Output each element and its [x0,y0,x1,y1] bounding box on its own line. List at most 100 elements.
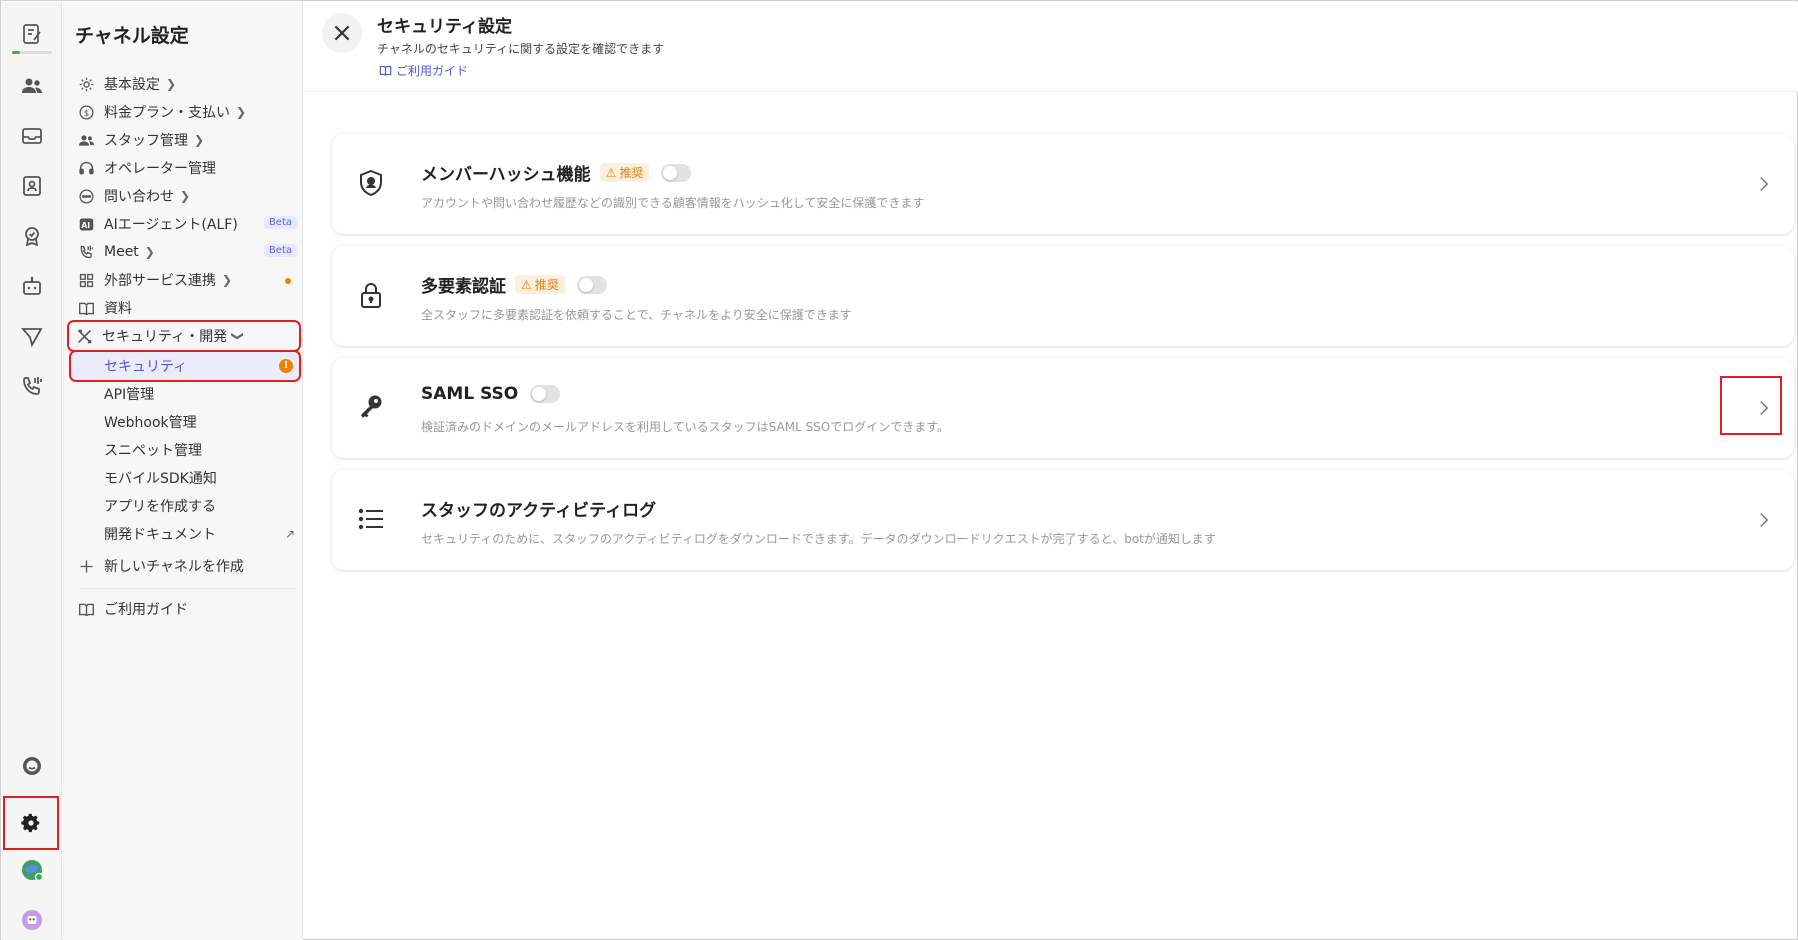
sidebar-item-label: 基本設定 [104,77,160,93]
sidebar-item-basic[interactable]: 基本設定 ❯ [71,70,299,98]
chat-icon [77,187,95,205]
chevron-right-icon: ❯ [166,77,177,91]
list-icon [354,502,388,536]
mfa-toggle[interactable] [576,275,607,294]
sidebar-subitem-dev-docs[interactable]: 開発ドキュメント ↗ [71,520,299,548]
chevron-right-icon[interactable] [1754,508,1774,532]
sidebar-item-label: スタッフ管理 [104,133,188,149]
sidebar-guide-link[interactable]: ご利用ガイド [71,595,299,623]
guide-label: ご利用ガイド [104,602,188,618]
recommended-badge: ⚠ 推奨 [599,163,650,182]
grid-icon [77,271,95,289]
sidebar-item-label: セキュリティ・開発 [102,329,228,345]
member-hash-toggle[interactable] [661,163,692,182]
card-title: SAML SSO [421,384,561,404]
chevron-right-icon: ❯ [180,189,191,203]
sidebar-subitem-security[interactable]: セキュリティ ! [69,350,301,382]
sidebar-item-ai-agent[interactable]: AI AIエージェント(ALF) Beta [71,210,299,238]
tools-icon [75,327,93,345]
sidebar-item-label: 問い合わせ [104,189,174,205]
shield-user-icon [354,166,388,200]
user-avatar[interactable] [12,900,52,940]
sidebar-subitem-label: 開発ドキュメント [104,527,216,543]
chevron-right-icon[interactable] [1754,172,1774,196]
sidebar-item-staff[interactable]: スタッフ管理 ❯ [71,126,299,154]
sidebar-subitem-label: Webhook管理 [104,415,197,431]
sidebar-item-label: オペレーター管理 [104,161,216,177]
sidebar-subitem-label: セキュリティ [104,359,188,375]
settings-gear-icon[interactable] [3,796,59,850]
chevron-right-icon: ❯ [222,273,233,287]
inbox-icon[interactable] [12,116,52,156]
tools-icon [322,13,362,53]
saml-sso-card[interactable]: SAML SSO 検証済みのドメインのメールアドレスを利用しているスタッフはSA… [332,358,1794,458]
send-icon[interactable] [12,316,52,356]
ai-icon: AI [77,215,95,233]
sidebar-subitem-api[interactable]: API管理 [71,380,299,408]
new-channel-button[interactable]: 新しいチャネルを作成 [71,552,299,580]
users-icon [77,131,95,149]
chevron-right-icon: ❯ [144,245,155,259]
svg-text:AI: AI [81,220,90,229]
bot-icon[interactable] [12,266,52,306]
sidebar-item-label: 資料 [104,301,132,317]
sidebar-item-label: 料金プラン・支払い [104,105,230,121]
activity-log-card[interactable]: スタッフのアクティビティログ セキュリティのために、スタッフのアクティビティログ… [332,470,1794,570]
book-icon [77,299,95,317]
mfa-card[interactable]: 多要素認証 ⚠ 推奨 全スタッフに多要素認証を依頼することで、チャネルをより安全に… [332,246,1794,346]
badge-icon[interactable] [12,216,52,256]
chevron-right-icon[interactable] [1754,396,1774,420]
page-header: セキュリティ設定 チャネルのセキュリティに関する設定を確認できます ご利用ガイド [304,2,1798,92]
user-card-icon[interactable] [12,166,52,206]
sidebar-divider [79,588,295,589]
beta-badge: Beta [263,216,297,229]
book-icon [379,66,392,76]
card-description: セキュリティのために、スタッフのアクティビティログをダウンロードできます。データ… [421,532,1216,546]
sidebar-item-label: Meet [104,244,139,260]
guide-link[interactable]: ご利用ガイド [379,62,468,79]
sidebar-subitem-label: アプリを作成する [104,499,216,515]
warning-triangle-icon: ⚠ [521,277,532,292]
badge-text: 推奨 [534,278,559,292]
recommended-badge: ⚠ 推奨 [515,275,565,294]
sidebar-item-billing[interactable]: $ 料金プラン・支払い ❯ [71,98,299,126]
sidebar-subitem-snippet[interactable]: スニペット管理 [71,436,299,464]
sidebar-subitem-create-app[interactable]: アプリを作成する [71,492,299,520]
settings-menu: 基本設定 ❯ $ 料金プラン・支払い ❯ スタッフ管理 ❯ オペレーター管理 問い合わ… [67,70,301,623]
sidebar-item-meet[interactable]: Meet ❯ Beta [71,238,299,266]
phone-icon [77,243,95,261]
sidebar-item-integrations[interactable]: 外部サービス連携 ❯ [71,266,299,294]
chat-bubble-icon[interactable] [12,746,52,786]
guide-link-label: ご利用ガイド [396,64,469,78]
phone-call-icon[interactable] [12,366,52,406]
sidebar-item-operator[interactable]: オペレーター管理 [71,154,299,182]
new-channel-label: 新しいチャネルを作成 [104,559,244,575]
app-frame: チャネル設定 基本設定 ❯ $ 料金プラン・支払い ❯ スタッフ管理 ❯ オペレーター… [0,0,1798,940]
sidebar-title: チャネル設定 [75,25,189,47]
member-hash-card[interactable]: メンバーハッシュ機能 ⚠ 推奨 アカウントや問い合わせ履歴などの識別できる顧客情報… [332,134,1794,234]
notification-dot [285,278,291,284]
warning-icon: ! [279,359,293,373]
sidebar-subitem-label: モバイルSDK通知 [104,471,217,487]
saml-sso-toggle[interactable] [530,385,561,403]
team-chat-icon[interactable] [12,14,52,54]
sidebar-subitem-webhook[interactable]: Webhook管理 [71,408,299,436]
page-title: セキュリティ設定 [377,17,512,37]
card-title: 多要素認証 ⚠ 推奨 [421,272,607,297]
sidebar-item-label: 外部サービス連携 [104,273,216,289]
external-link-icon: ↗ [284,527,295,541]
sidebar-item-security-dev[interactable]: セキュリティ・開発 ❯ [67,320,301,352]
sidebar-item-inquiry[interactable]: 問い合わせ ❯ [71,182,299,210]
sidebar-subitem-mobile-sdk[interactable]: モバイルSDK通知 [71,464,299,492]
dollar-icon: $ [77,103,95,121]
chevron-down-icon: ❯ [231,330,246,342]
workspace-avatar[interactable] [12,850,52,890]
sidebar-item-label: AIエージェント(ALF) [104,217,238,233]
contacts-icon[interactable] [12,66,52,106]
sidebar-item-docs[interactable]: 資料 [71,294,299,322]
lock-icon [354,278,388,312]
headset-icon [77,159,95,177]
status-indicator [12,51,52,54]
beta-badge: Beta [263,244,297,257]
settings-sidebar: チャネル設定 基本設定 ❯ $ 料金プラン・支払い ❯ スタッフ管理 ❯ オペレーター… [63,2,303,940]
